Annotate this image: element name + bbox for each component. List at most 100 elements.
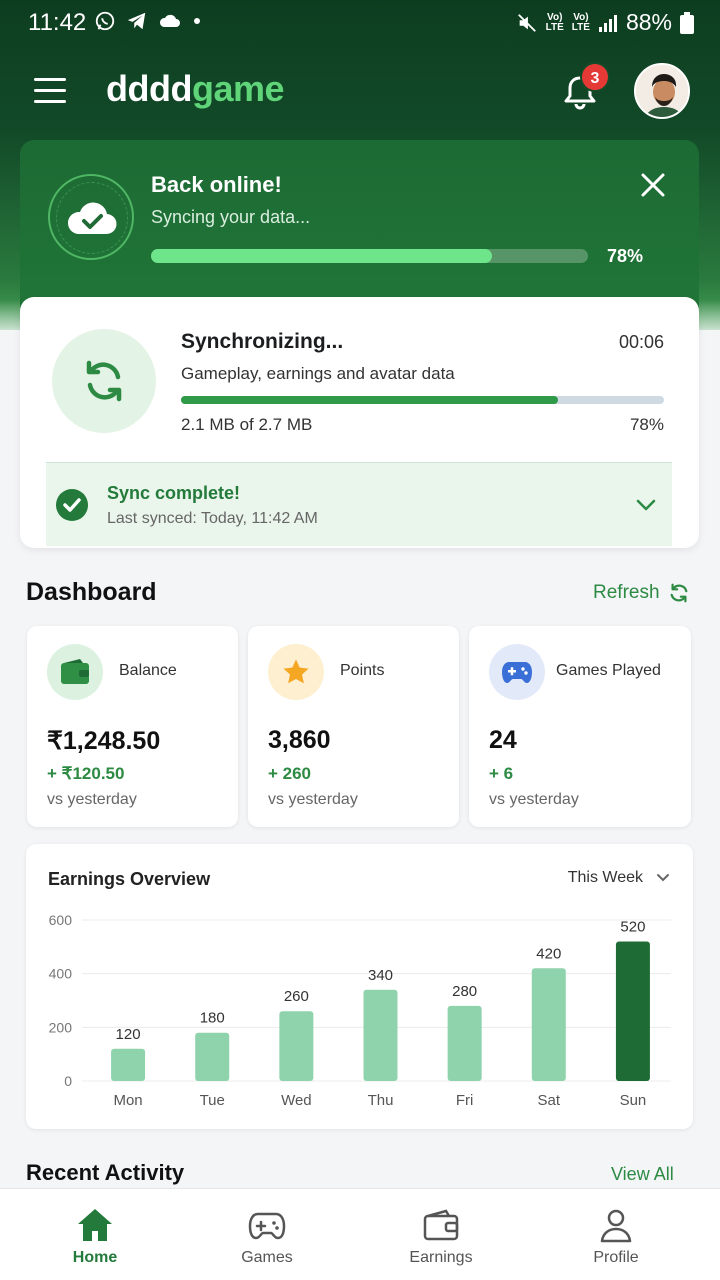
telegram-icon xyxy=(127,12,146,30)
nav-games[interactable]: Games xyxy=(197,1189,337,1280)
star-icon xyxy=(283,659,309,684)
stat-vs: vs yesterday xyxy=(47,791,137,808)
cloud-icon xyxy=(159,14,180,27)
online-progress-fill xyxy=(151,249,492,263)
games-played-card[interactable]: Games Played 24 + 6 vs yesterday xyxy=(469,626,691,827)
range-label: This Week xyxy=(567,869,643,886)
x-tick-label: Sun xyxy=(620,1092,647,1109)
bar-value-label: 280 xyxy=(452,983,477,1000)
wallet-icon xyxy=(423,1209,459,1241)
battery-icon xyxy=(680,11,694,34)
nav-label: Earnings xyxy=(409,1249,473,1266)
balance-card[interactable]: Balance ₹1,248.50 + ₹120.50 vs yesterday xyxy=(27,626,238,827)
y-tick-label: 600 xyxy=(49,912,73,928)
points-card[interactable]: Points 3,860 + 260 vs yesterday xyxy=(248,626,459,827)
range-dropdown[interactable]: This Week xyxy=(568,869,671,887)
bar-value-label: 260 xyxy=(284,988,309,1005)
signal-icon xyxy=(598,14,617,32)
nav-earnings[interactable]: Earnings xyxy=(371,1189,511,1280)
bar-value-label: 120 xyxy=(116,1026,141,1043)
close-icon[interactable] xyxy=(638,170,668,200)
wallet-icon-circle xyxy=(47,644,103,700)
bar xyxy=(447,1005,482,1081)
last-synced-text: Last synced: Today, 11:42 AM xyxy=(107,510,318,527)
y-tick-label: 0 xyxy=(64,1073,72,1089)
battery-percent: 88% xyxy=(625,9,672,35)
stat-label: Points xyxy=(340,662,385,679)
menu-button[interactable] xyxy=(34,78,66,104)
x-tick-label: Sat xyxy=(538,1092,561,1109)
stat-label: Balance xyxy=(119,662,177,679)
check-circle-icon xyxy=(56,489,88,521)
earnings-chart-card: 0 200 400 600 120 Mon 180 Tue 260 Wed 340 Thu 280 Fri… xyxy=(26,844,693,1129)
x-tick-label: Mon xyxy=(113,1092,142,1109)
nav-profile[interactable]: Profile xyxy=(546,1189,686,1280)
gamepad-icon xyxy=(248,1212,286,1240)
status-bar: 11:42 Vo) LTE Vo) LTE 88% xyxy=(0,0,720,44)
stat-value: 3,860 xyxy=(268,726,331,754)
x-tick-label: Fri xyxy=(456,1092,474,1109)
nav-label: Home xyxy=(72,1249,118,1266)
bar-value-label: 420 xyxy=(536,945,561,962)
y-tick-label: 400 xyxy=(49,966,73,982)
bar xyxy=(111,1048,146,1081)
mute-icon xyxy=(517,13,536,32)
stat-label: Games Played xyxy=(556,662,661,679)
chevron-down-icon[interactable] xyxy=(634,493,658,517)
y-tick-label: 200 xyxy=(49,1019,73,1035)
gamepad-icon-circle xyxy=(489,644,545,700)
dot-icon xyxy=(194,18,200,24)
refresh-button[interactable]: Refresh xyxy=(593,582,690,604)
stat-vs: vs yesterday xyxy=(489,791,579,808)
sync-complete-row[interactable]: Sync complete! Last synced: Today, 11:42… xyxy=(46,462,672,546)
bar-value-label: 520 xyxy=(620,918,645,935)
wallet-icon xyxy=(61,659,89,684)
x-tick-label: Wed xyxy=(281,1092,312,1109)
dashboard-title: Dashboard xyxy=(26,578,157,606)
online-title: Back online! xyxy=(151,172,282,197)
sync-card: Synchronizing... 00:06 Gameplay, earning… xyxy=(20,297,699,548)
x-tick-label: Thu xyxy=(368,1092,394,1109)
refresh-label: Refresh xyxy=(593,582,660,603)
sync-size: 2.1 MB of 2.7 MB xyxy=(181,415,313,434)
star-icon-circle xyxy=(268,644,324,700)
nav-label: Games xyxy=(241,1249,293,1266)
sync-percent: 78% xyxy=(629,415,664,434)
stat-delta: + 6 xyxy=(489,764,514,783)
status-time: 11:42 xyxy=(28,9,87,36)
sync-description: Gameplay, earnings and avatar data xyxy=(181,364,455,383)
bar-value-label: 340 xyxy=(368,967,393,984)
status-right-icons: Vo) LTE Vo) LTE 88% xyxy=(516,9,694,36)
x-tick-label: Tue xyxy=(200,1092,225,1109)
status-notification-icons xyxy=(94,10,202,32)
user-icon xyxy=(600,1209,632,1243)
stat-delta: + 260 xyxy=(268,764,312,783)
online-subtitle: Syncing your data... xyxy=(151,207,311,227)
bar xyxy=(195,1032,230,1081)
bottom-nav: Home Games Earnings Profile xyxy=(0,1188,720,1280)
nav-home[interactable]: Home xyxy=(25,1189,165,1280)
bar xyxy=(279,1011,314,1081)
network-lte-1: Vo) LTE xyxy=(545,11,564,33)
sync-progress-fill xyxy=(181,396,558,404)
sync-icon xyxy=(86,360,122,402)
recent-activity-title: Recent Activity xyxy=(26,1160,185,1185)
sync-title: Synchronizing... xyxy=(181,330,344,353)
view-all-link[interactable]: View All xyxy=(611,1164,674,1185)
notification-badge: 3 xyxy=(580,62,610,92)
avatar-image xyxy=(636,65,688,117)
stat-value: 24 xyxy=(489,726,517,754)
bar xyxy=(615,941,650,1081)
sync-progress-bar xyxy=(181,396,664,404)
bar-value-label: 180 xyxy=(200,1010,225,1027)
bar xyxy=(531,968,566,1081)
whatsapp-icon xyxy=(95,11,115,31)
chart-title: Earnings Overview xyxy=(48,869,211,889)
refresh-icon xyxy=(670,583,687,603)
stat-delta: + ₹120.50 xyxy=(47,764,125,783)
gamepad-icon xyxy=(502,662,532,683)
avatar[interactable] xyxy=(634,63,690,119)
network-lte-2: Vo) LTE xyxy=(571,11,590,33)
stat-vs: vs yesterday xyxy=(268,791,358,808)
app-logo: ddddgame xyxy=(106,68,285,109)
